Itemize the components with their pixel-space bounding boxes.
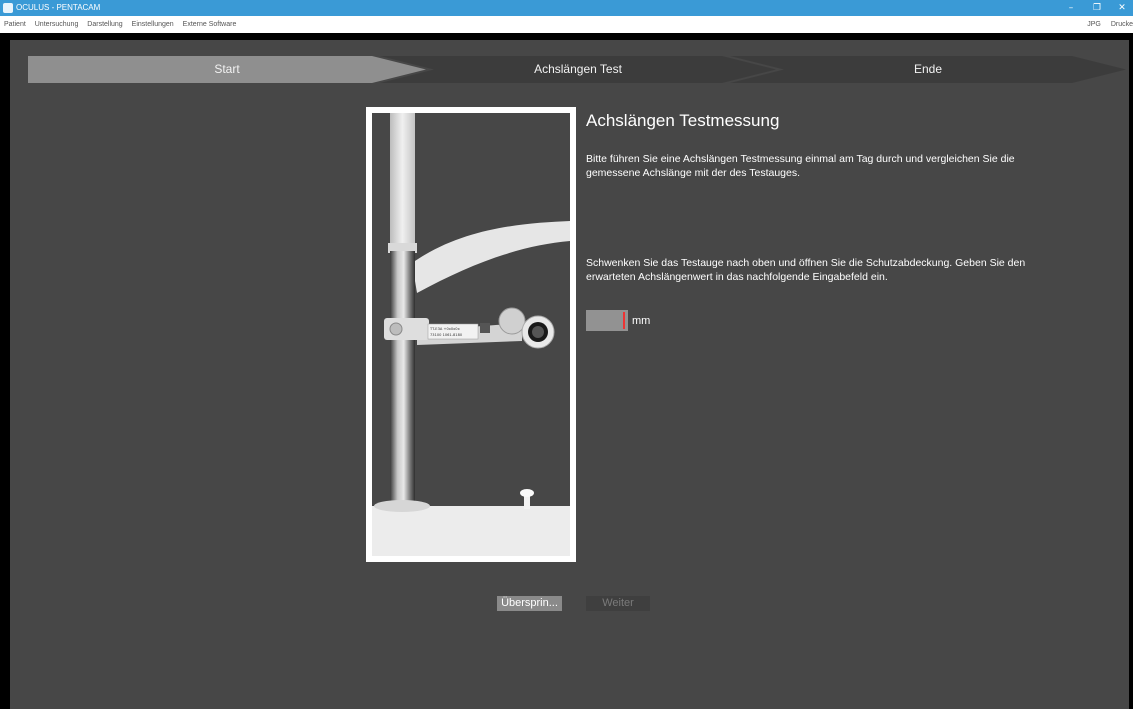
- close-button[interactable]: ✕: [1113, 0, 1131, 16]
- test-eye-photo: TT-E3A +0x0x0x 73100 1061-8180: [366, 107, 576, 562]
- menu-jpg[interactable]: JPG: [1087, 21, 1101, 28]
- photo-label-line1: TT-E3A +0x0x0x: [429, 327, 461, 331]
- minimize-button[interactable]: –: [1062, 0, 1080, 16]
- test-eye-illustration: TT-E3A +0x0x0x 73100 1061-8180: [372, 113, 570, 556]
- menu-bar: Patient Untersuchung Darstellung Einstel…: [0, 16, 1133, 33]
- axial-length-input[interactable]: [586, 310, 628, 331]
- menu-darstellung[interactable]: Darstellung: [87, 21, 122, 28]
- window-title: OCULUS - PENTACAM: [16, 3, 101, 12]
- instruction-text: Schwenken Sie das Testauge nach oben und…: [586, 257, 1026, 283]
- page-title: Achslängen Testmessung: [586, 111, 780, 130]
- skip-button[interactable]: Übersprin...: [497, 596, 562, 611]
- next-button[interactable]: Weiter: [586, 596, 650, 611]
- maximize-button[interactable]: ❐: [1088, 0, 1106, 16]
- text-caret: [623, 312, 625, 329]
- menu-drucken[interactable]: Drucke: [1111, 21, 1133, 28]
- main-panel: Start Achslängen Test Ende TT-E3A +0x0x0…: [10, 40, 1129, 709]
- menu-untersuchung[interactable]: Untersuchung: [35, 21, 79, 28]
- intro-text: Bitte führen Sie eine Achslängen Testmes…: [586, 153, 1015, 179]
- app-icon: [3, 3, 13, 13]
- title-bar: OCULUS - PENTACAM – ❐ ✕: [0, 0, 1133, 16]
- step-achslaengen-test: Achslängen Test: [534, 62, 622, 76]
- photo-label-line2: 73100 1061-8180: [430, 333, 463, 337]
- menu-externe-software[interactable]: Externe Software: [183, 21, 237, 28]
- step-ende: Ende: [913, 62, 943, 76]
- step-start: Start: [214, 62, 240, 76]
- wizard-steps: Start Achslängen Test Ende: [28, 56, 1128, 83]
- menu-patient[interactable]: Patient: [4, 21, 26, 28]
- unit-label: mm: [632, 315, 651, 327]
- menu-einstellungen[interactable]: Einstellungen: [132, 21, 174, 28]
